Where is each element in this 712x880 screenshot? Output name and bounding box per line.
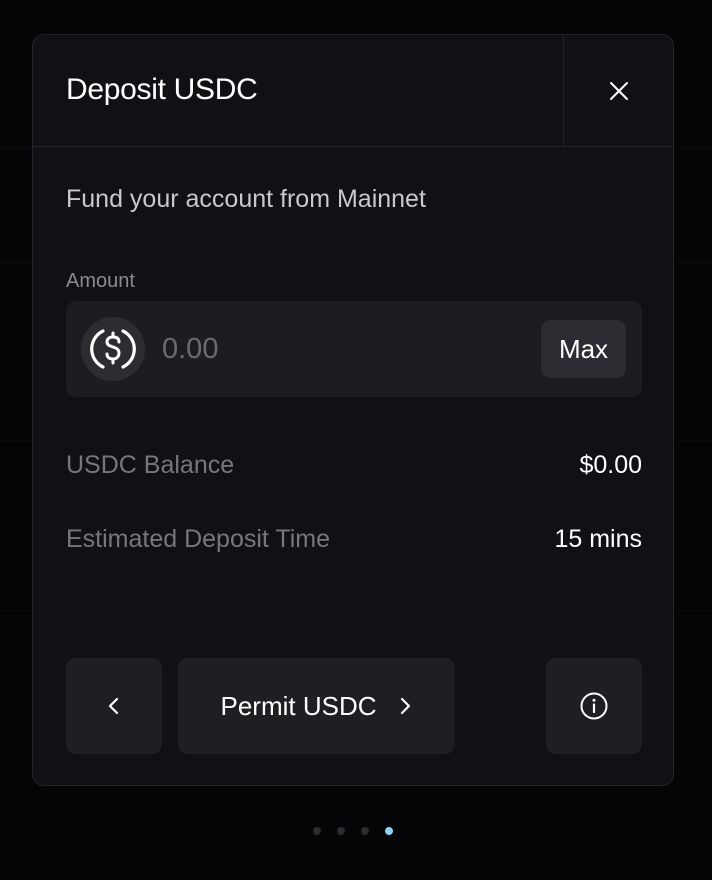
pagination-dot[interactable] — [337, 827, 345, 835]
pagination-dot[interactable] — [361, 827, 369, 835]
deposit-time-row: Estimated Deposit Time 15 mins — [66, 521, 642, 557]
chevron-left-icon — [108, 697, 119, 715]
modal-title: Deposit USDC — [66, 73, 258, 106]
back-button[interactable] — [66, 658, 162, 754]
balance-value: $0.00 — [579, 450, 642, 479]
amount-field: Max — [66, 301, 642, 397]
amount-input[interactable] — [162, 327, 522, 371]
deposit-modal: Deposit USDC Fund your account from Main… — [32, 34, 674, 786]
modal-subtitle: Fund your account from Mainnet — [66, 185, 426, 213]
balance-label: USDC Balance — [66, 450, 235, 479]
pagination-dots — [313, 826, 393, 836]
max-button[interactable]: Max — [541, 320, 626, 378]
usdc-coin-icon — [81, 317, 145, 381]
pagination-dot[interactable] — [313, 827, 321, 835]
close-icon — [609, 82, 628, 100]
deposit-time-value: 15 mins — [554, 524, 642, 553]
pagination-dot[interactable] — [385, 827, 393, 835]
close-button[interactable] — [564, 35, 673, 147]
permit-usdc-button[interactable]: Permit USDC — [178, 658, 455, 754]
info-button[interactable] — [546, 658, 642, 754]
modal-header: Deposit USDC — [33, 35, 673, 147]
amount-label: Amount — [66, 270, 135, 292]
balance-row: USDC Balance $0.00 — [66, 447, 642, 483]
chevron-right-icon — [400, 697, 410, 715]
permit-usdc-label: Permit USDC — [220, 690, 377, 721]
deposit-time-label: Estimated Deposit Time — [66, 524, 330, 553]
info-icon — [580, 692, 608, 720]
